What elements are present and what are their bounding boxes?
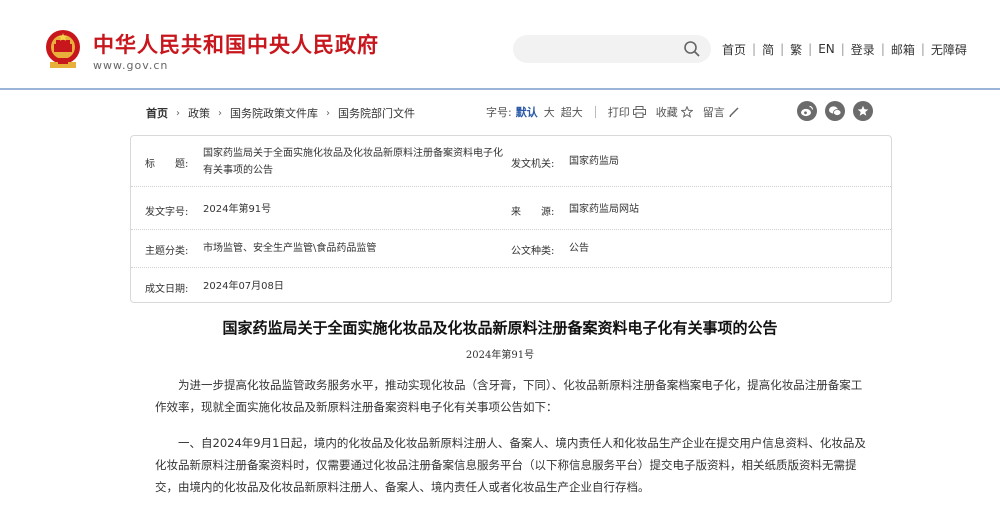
doc-no-value: 2024年第91号	[203, 204, 272, 215]
site-header: 中华人民共和国中央人民政府 www.gov.cn 首页 | 简 | 繁 | EN | 登…	[0, 0, 1000, 88]
info-row-category: 主题分类: 市场监管、安全生产监管\食品药品监管 公文种类: 公告	[131, 230, 891, 268]
national-emblem-icon[interactable]	[44, 28, 82, 70]
info-row-title: 标 题: 国家药监局关于全面实施化妆品及化妆品新原料注册备案资料电子化有关事项的…	[131, 136, 891, 187]
info-row-docno: 发文字号: 2024年第91号 来 源: 国家药监局网站	[131, 187, 891, 230]
nav-home[interactable]: 首页	[722, 41, 752, 58]
favorite-button[interactable]: 收藏	[656, 104, 693, 120]
comment-label: 留言	[702, 106, 725, 119]
category-value: 市场监管、安全生产监管\食品药品监管	[203, 243, 377, 254]
print-label: 打印	[607, 106, 630, 119]
article-toolbar: 字号: 默认 大 超大 打印 收藏 留言	[486, 104, 750, 120]
article-title: 国家药监局关于全面实施化妆品及化妆品新原料注册备案资料电子化有关事项的公告	[222, 319, 778, 337]
nav-mail[interactable]: 邮箱	[885, 41, 921, 58]
chevron-right-icon: ›	[326, 107, 330, 119]
header-divider	[0, 88, 1000, 90]
article-paragraph: 为进一步提高化妆品监管政务服务水平，推动实现化妆品（含牙膏，下同）、化妆品新原料…	[155, 378, 863, 414]
weibo-icon[interactable]	[797, 101, 817, 121]
nav-traditional[interactable]: 繁	[784, 41, 808, 58]
date-label: 成文日期:	[145, 284, 189, 295]
search-input[interactable]	[513, 35, 711, 63]
search-icon[interactable]	[683, 40, 701, 58]
source-label: 来 源:	[511, 207, 555, 218]
nav-accessibility[interactable]: 无障碍	[925, 41, 973, 58]
breadcrumb-home[interactable]: 首页	[146, 105, 168, 121]
nav-simplified[interactable]: 简	[756, 41, 780, 58]
title-value: 国家药监局关于全面实施化妆品及化妆品新原料注册备案资料电子化有关事项的公告	[203, 148, 503, 176]
star-share-icon[interactable]	[853, 101, 873, 121]
chevron-right-icon: ›	[218, 107, 222, 119]
font-size-label: 字号:	[486, 106, 512, 119]
nav-login[interactable]: 登录	[845, 41, 881, 58]
document-info-box: 标 题: 国家药监局关于全面实施化妆品及化妆品新原料注册备案资料电子化有关事项的…	[130, 135, 892, 303]
info-row-date: 成文日期: 2024年07月08日	[131, 268, 891, 302]
comment-button[interactable]: 留言	[703, 104, 740, 120]
date-value: 2024年07月08日	[203, 281, 284, 292]
font-size-large[interactable]: 大	[544, 104, 555, 120]
favorite-label: 收藏	[655, 106, 678, 119]
article-number: 2024年第91号	[465, 350, 535, 361]
site-url[interactable]: www.gov.cn	[93, 59, 168, 72]
issuer-value: 国家药监局	[569, 156, 619, 167]
pencil-icon	[729, 107, 739, 117]
doc-type-value: 公告	[569, 243, 589, 254]
chevron-right-icon: ›	[176, 107, 180, 119]
breadcrumb-department-docs[interactable]: 国务院部门文件	[338, 105, 415, 121]
breadcrumb: 首页 › 政策 › 国务院政策文件库 › 国务院部门文件	[146, 105, 415, 121]
print-icon	[632, 106, 646, 118]
font-size-default[interactable]: 默认	[516, 104, 538, 120]
site-title[interactable]: 中华人民共和国中央人民政府	[93, 29, 379, 59]
breadcrumb-policy-library[interactable]: 国务院政策文件库	[230, 105, 318, 121]
source-value: 国家药监局网站	[569, 204, 639, 215]
breadcrumb-policy[interactable]: 政策	[188, 105, 210, 121]
share-icons	[797, 101, 881, 121]
category-label: 主题分类:	[145, 246, 189, 257]
doc-no-label: 发文字号:	[145, 207, 189, 218]
article-paragraph: 一、自2024年9月1日起，境内的化妆品及化妆品新原料注册人、备案人、境内责任人…	[155, 436, 866, 494]
star-icon	[680, 106, 693, 118]
issuer-label: 发文机关:	[511, 159, 555, 170]
doc-type-label: 公文种类:	[511, 246, 555, 257]
print-button[interactable]: 打印	[608, 104, 646, 120]
toolbar-divider	[594, 106, 596, 118]
top-nav: 首页 | 简 | 繁 | EN | 登录 | 邮箱 | 无障碍	[722, 40, 973, 58]
nav-english[interactable]: EN	[812, 42, 841, 56]
wechat-icon[interactable]	[825, 101, 845, 121]
font-size-xlarge[interactable]: 超大	[561, 104, 583, 120]
title-label: 标 题:	[145, 159, 189, 170]
